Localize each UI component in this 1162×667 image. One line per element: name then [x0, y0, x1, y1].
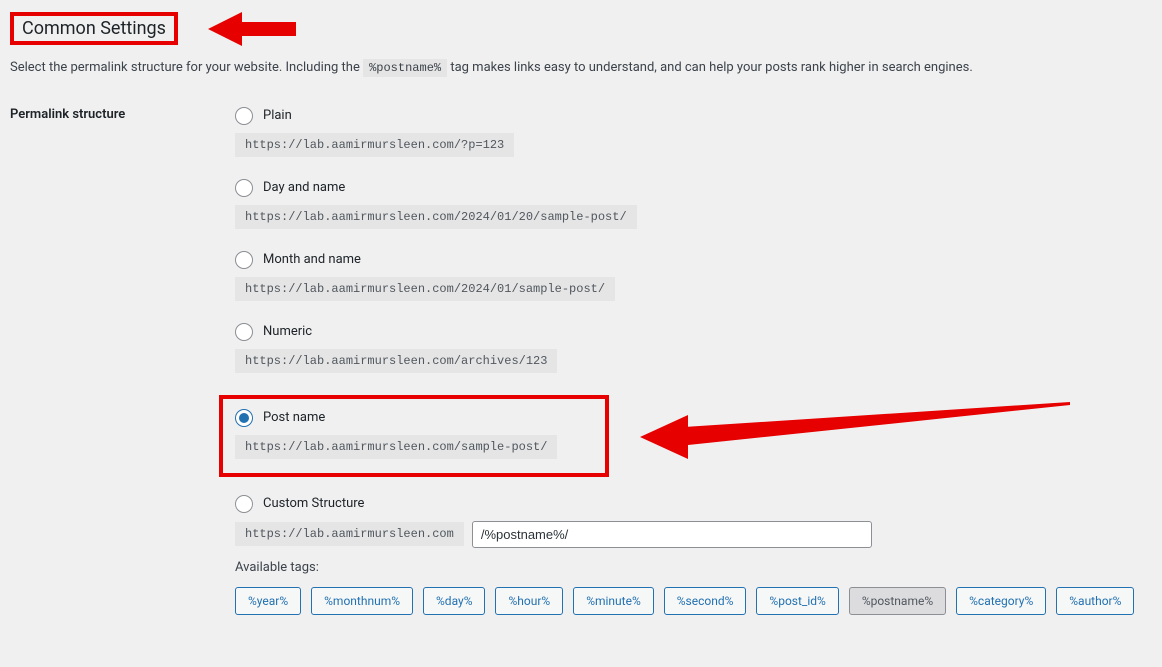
- option-post-name[interactable]: Post name https://lab.aamirmursleen.com/…: [235, 409, 593, 459]
- option-plain-label: Plain: [263, 108, 292, 123]
- tag-button-day[interactable]: %day%: [423, 587, 485, 615]
- tag-button-hour[interactable]: %hour%: [495, 587, 563, 615]
- tag-button-minute[interactable]: %minute%: [573, 587, 654, 615]
- option-plain[interactable]: Plain https://lab.aamirmursleen.com/?p=1…: [235, 107, 1142, 157]
- annotation-arrow-postname: [640, 397, 1070, 477]
- radio-day[interactable]: [235, 179, 253, 197]
- radio-numeric[interactable]: [235, 323, 253, 341]
- postname-tag-code: %postname%: [363, 59, 447, 77]
- option-numeric-example: https://lab.aamirmursleen.com/archives/1…: [235, 349, 557, 373]
- annotation-arrow-heading: [208, 8, 298, 48]
- radio-postname[interactable]: [235, 409, 253, 427]
- tag-button-postname[interactable]: %postname%: [849, 587, 946, 615]
- custom-structure-prefix: https://lab.aamirmursleen.com: [235, 522, 464, 546]
- option-day-and-name[interactable]: Day and name https://lab.aamirmursleen.c…: [235, 179, 1142, 229]
- option-day-example: https://lab.aamirmursleen.com/2024/01/20…: [235, 205, 637, 229]
- tag-button-second[interactable]: %second%: [664, 587, 747, 615]
- tag-button-monthnum[interactable]: %monthnum%: [311, 587, 413, 615]
- radio-month[interactable]: [235, 251, 253, 269]
- option-postname-example: https://lab.aamirmursleen.com/sample-pos…: [235, 435, 557, 459]
- option-month-label: Month and name: [263, 252, 361, 267]
- tag-button-author[interactable]: %author%: [1056, 587, 1134, 615]
- radio-plain[interactable]: [235, 107, 253, 125]
- permalink-structure-label: Permalink structure: [10, 107, 235, 637]
- option-numeric-label: Numeric: [263, 324, 312, 339]
- tag-button-post_id[interactable]: %post_id%: [756, 587, 838, 615]
- tag-button-year[interactable]: %year%: [235, 587, 301, 615]
- option-month-and-name[interactable]: Month and name https://lab.aamirmursleen…: [235, 251, 1142, 301]
- option-month-example: https://lab.aamirmursleen.com/2024/01/sa…: [235, 277, 615, 301]
- radio-custom[interactable]: [235, 495, 253, 513]
- option-plain-example: https://lab.aamirmursleen.com/?p=123: [235, 133, 514, 157]
- option-custom-label: Custom Structure: [263, 496, 364, 511]
- option-custom[interactable]: Custom Structure https://lab.aamirmursle…: [235, 495, 1142, 615]
- available-tags-row: %year% %monthnum% %day% %hour% %minute% %seco…: [235, 587, 1142, 615]
- custom-structure-input[interactable]: [472, 521, 872, 548]
- tag-button-category[interactable]: %category%: [956, 587, 1046, 615]
- page-heading: Common Settings: [10, 12, 178, 45]
- option-day-label: Day and name: [263, 180, 345, 195]
- highlighted-post-name: Post name https://lab.aamirmursleen.com/…: [219, 395, 609, 477]
- option-postname-label: Post name: [263, 410, 325, 425]
- available-tags-label: Available tags:: [235, 560, 1142, 575]
- page-description: Select the permalink structure for your …: [10, 58, 1142, 79]
- option-numeric[interactable]: Numeric https://lab.aamirmursleen.com/ar…: [235, 323, 1142, 373]
